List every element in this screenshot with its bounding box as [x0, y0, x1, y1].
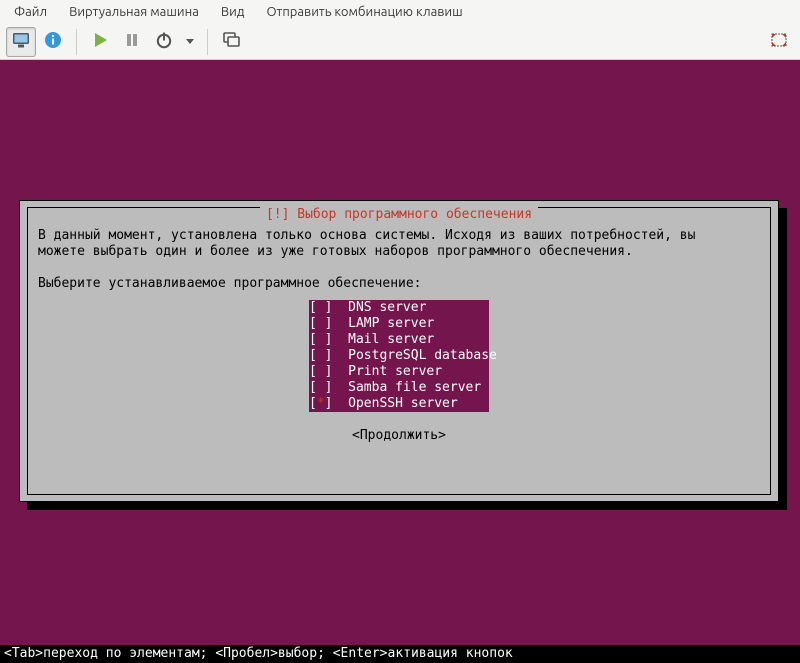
- checklist-item[interactable]: [ ] Samba file server: [309, 380, 489, 396]
- toolbar: [0, 24, 800, 60]
- continue-button[interactable]: <Продолжить>: [352, 428, 446, 443]
- installer-dialog: [!] Выбор программного обеспечения В дан…: [19, 200, 779, 502]
- checklist-label: Print server: [348, 364, 442, 380]
- checklist-label: Samba file server: [348, 380, 481, 396]
- pause-icon: [122, 30, 142, 53]
- checklist-item[interactable]: [*] OpenSSH server: [309, 396, 489, 412]
- power-button[interactable]: [149, 27, 179, 57]
- dialog-box: [!] Выбор программного обеспечения В дан…: [19, 200, 779, 502]
- play-button[interactable]: [85, 27, 115, 57]
- checklist-label: PostgreSQL database: [348, 348, 497, 364]
- bottom-hint: <Tab>переход по элементам; <Пробел>выбор…: [0, 645, 800, 663]
- pause-button[interactable]: [117, 27, 147, 57]
- power-dropdown[interactable]: [181, 27, 199, 57]
- info-icon: [43, 30, 63, 53]
- menubar: Файл Виртуальная машина Вид Отправить ко…: [0, 0, 800, 24]
- software-checklist: [ ] DNS server [ ] LAMP server [ ] Mail …: [309, 300, 489, 412]
- checklist-item[interactable]: [ ] DNS server: [309, 300, 489, 316]
- menu-sendkeys[interactable]: Отправить комбинацию клавиш: [256, 3, 472, 21]
- checklist-label: DNS server: [348, 300, 426, 316]
- menu-view[interactable]: Вид: [211, 3, 255, 21]
- checklist-label: Mail server: [348, 332, 434, 348]
- snapshot-button[interactable]: [216, 27, 246, 57]
- menu-vm[interactable]: Виртуальная машина: [59, 3, 209, 21]
- checklist-item[interactable]: [ ] Print server: [309, 364, 489, 380]
- fullscreen-button[interactable]: [764, 27, 794, 57]
- checklist-label: OpenSSH server: [348, 396, 458, 412]
- chevron-down-icon: [185, 35, 195, 49]
- info-button[interactable]: [38, 27, 68, 57]
- monitor-icon: [11, 30, 31, 53]
- dialog-prompt: Выберите устанавливаемое программное обе…: [38, 276, 760, 292]
- dialog-border: [!] Выбор программного обеспечения В дан…: [27, 207, 771, 495]
- checklist-item[interactable]: [ ] LAMP server: [309, 316, 489, 332]
- dialog-body: В данный момент, установлена только осно…: [38, 228, 760, 444]
- play-icon: [90, 30, 110, 53]
- power-icon: [154, 30, 174, 53]
- vm-console[interactable]: [!] Выбор программного обеспечения В дан…: [0, 60, 800, 663]
- fullscreen-icon: [769, 30, 789, 53]
- dialog-paragraph: В данный момент, установлена только осно…: [38, 228, 760, 260]
- console-button[interactable]: [6, 27, 36, 57]
- checklist-item[interactable]: [ ] PostgreSQL database: [309, 348, 489, 364]
- checklist-item[interactable]: [ ] Mail server: [309, 332, 489, 348]
- menu-file[interactable]: Файл: [4, 3, 57, 21]
- checklist-label: LAMP server: [348, 316, 434, 332]
- windows-icon: [221, 30, 241, 53]
- dialog-title: [!] Выбор программного обеспечения: [260, 207, 538, 223]
